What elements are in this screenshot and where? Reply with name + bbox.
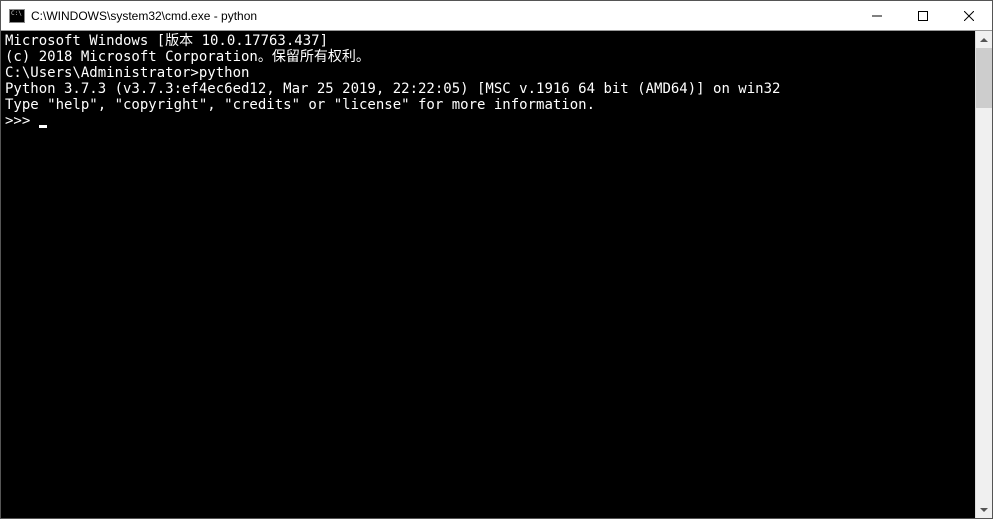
cursor [39,125,47,128]
terminal-prompt-line: >>> [5,113,975,129]
scrollbar-thumb[interactable] [976,48,992,108]
minimize-button[interactable] [854,1,900,30]
maximize-button[interactable] [900,1,946,30]
terminal-line: Python 3.7.3 (v3.7.3:ef4ec6ed12, Mar 25 … [5,81,975,97]
terminal-line: (c) 2018 Microsoft Corporation。保留所有权利。 [5,49,975,65]
terminal-line: Type "help", "copyright", "credits" or "… [5,97,975,113]
vertical-scrollbar[interactable] [975,31,992,518]
terminal[interactable]: Microsoft Windows [版本 10.0.17763.437](c)… [1,31,975,518]
close-button[interactable] [946,1,992,30]
window-title: C:\WINDOWS\system32\cmd.exe - python [31,9,854,23]
python-prompt: >>> [5,113,39,129]
scrollbar-down-arrow-icon[interactable] [976,501,992,518]
scrollbar-up-arrow-icon[interactable] [976,31,992,48]
terminal-wrapper: Microsoft Windows [版本 10.0.17763.437](c)… [1,31,992,518]
titlebar[interactable]: C:\WINDOWS\system32\cmd.exe - python [1,1,992,31]
terminal-line: Microsoft Windows [版本 10.0.17763.437] [5,33,975,49]
window-controls [854,1,992,30]
scrollbar-track[interactable] [976,48,992,501]
terminal-line: C:\Users\Administrator>python [5,65,975,81]
cmd-icon [9,9,25,23]
